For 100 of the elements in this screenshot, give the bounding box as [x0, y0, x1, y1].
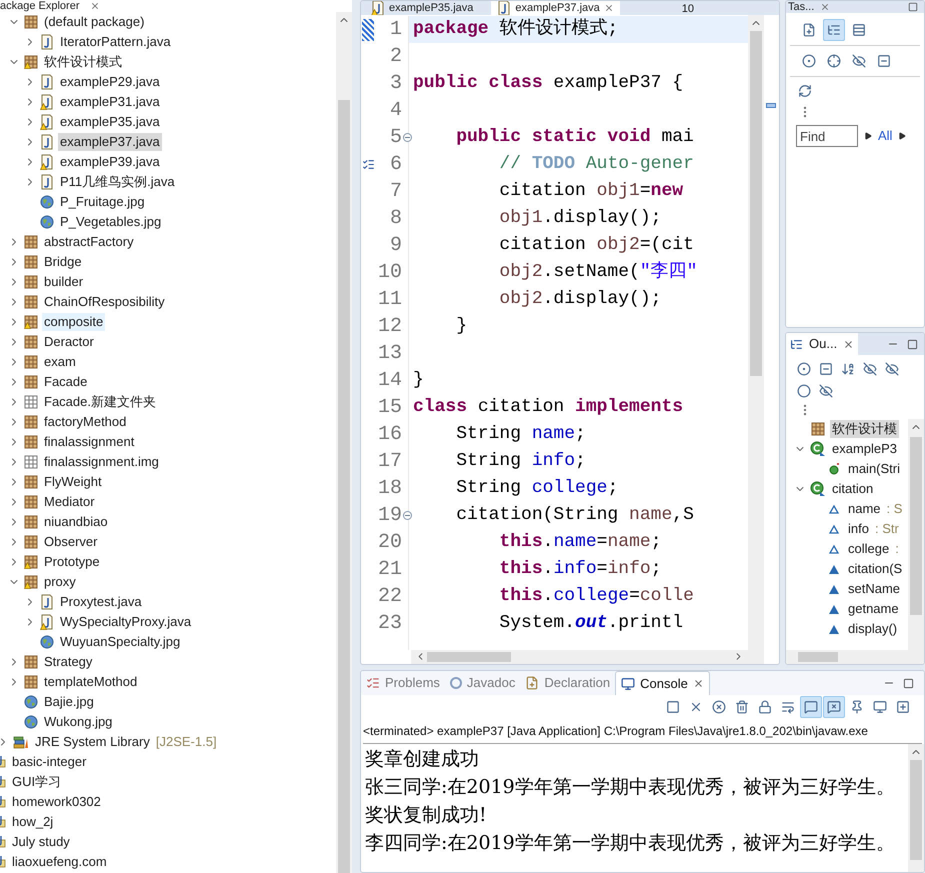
tree-item-label[interactable]: Proxytest.java [58, 593, 144, 611]
filter-link[interactable]: All [878, 126, 892, 146]
scroll-thumb[interactable] [798, 652, 838, 662]
sort-icon[interactable] [841, 362, 855, 376]
tree-item-label[interactable]: P_Vegetables.jpg [58, 213, 164, 231]
tree-item-label[interactable]: Strategy [42, 653, 94, 671]
scroll-thumb[interactable] [750, 31, 762, 376]
outline-scrollbar[interactable] [908, 419, 924, 664]
view-tab[interactable]: Declaration [520, 671, 616, 695]
tab-label: Declaration [544, 674, 610, 692]
editor-scrollbar[interactable] [748, 15, 764, 664]
tree-item-label[interactable]: July study [10, 833, 72, 851]
view-tab[interactable]: Javadoc [444, 671, 520, 695]
hide-static-icon[interactable] [885, 362, 899, 376]
fold-toggle-icon[interactable] [403, 511, 412, 520]
hide-local-icon[interactable] [819, 384, 833, 398]
find-field[interactable]: Find [796, 125, 858, 147]
tree-item-label[interactable]: basic-integer [10, 753, 88, 771]
view-tab[interactable]: Console [615, 671, 710, 695]
horizontal-scrollbar[interactable] [786, 650, 908, 664]
tree-item-label[interactable]: Prototype [42, 553, 102, 571]
scroll-thumb[interactable] [427, 652, 511, 662]
tree-item-label[interactable]: (default package) [42, 13, 146, 31]
type-label: : S [886, 500, 902, 518]
tree-item-label[interactable]: 软件设计模式 [42, 53, 124, 71]
tree-item-label[interactable]: exam [42, 353, 78, 371]
editor-tab[interactable]: exampleP37.java [491, 1, 620, 15]
panel-title[interactable]: ackage Explorer [0, 0, 80, 12]
task-marker-icon[interactable] [362, 158, 374, 171]
outline-item-label[interactable]: main(Stri [846, 460, 902, 478]
close-icon[interactable] [692, 678, 704, 689]
scroll-thumb[interactable] [910, 437, 922, 615]
tree-item-label[interactable]: finalassignment.img [42, 453, 161, 471]
tree-item-label[interactable]: Observer [42, 533, 100, 551]
tree-item-label[interactable]: abstractFactory [42, 233, 136, 251]
outline-item-label[interactable]: citation(S [846, 560, 904, 578]
console-error-button[interactable] [823, 696, 845, 718]
fold-toggle-icon[interactable] [403, 133, 412, 142]
tree-item-label[interactable]: P11几维鸟实例.java [58, 173, 177, 191]
close-icon[interactable] [604, 3, 614, 13]
tree-item-label[interactable]: exampleP29.java [58, 73, 162, 91]
close-icon[interactable] [843, 338, 854, 350]
tree-item-label[interactable]: Bridge [42, 253, 84, 271]
maximize-icon[interactable] [908, 2, 918, 12]
outline-item-label[interactable]: getname [846, 600, 901, 618]
tree-item-label[interactable]: WuyuanSpecialty.jpg [58, 633, 182, 651]
outline-item-label[interactable]: exampleP3 [830, 440, 900, 458]
scroll-thumb[interactable] [338, 100, 350, 873]
tree-item-label[interactable]: JRE System Library [33, 733, 152, 751]
tree-item-label[interactable]: proxy [42, 573, 78, 591]
tree-item-label[interactable]: Mediator [42, 493, 97, 511]
tree-item-label[interactable]: exampleP31.java [58, 93, 162, 111]
tree-item-label[interactable]: GUI学习 [10, 773, 64, 791]
tree-item-label[interactable]: templateMothod [42, 673, 140, 691]
tree-item-label[interactable]: Deractor [42, 333, 96, 351]
hide-fields-icon[interactable] [863, 362, 877, 376]
tree-item-label[interactable]: FlyWeight [42, 473, 104, 491]
tree-item-label[interactable]: WySpecialtyProxy.java [58, 613, 194, 631]
outline-item-label[interactable]: setName [846, 580, 902, 598]
tab-overflow-count[interactable]: 10 [682, 3, 694, 15]
outline-item-label[interactable]: display() [846, 620, 900, 638]
view-tab[interactable]: Problems [361, 671, 445, 695]
tree-item-label[interactable]: exampleP37.java [58, 133, 162, 151]
tree-item-label[interactable]: Facade.新建文件夹 [42, 393, 158, 411]
console-scrollbar[interactable] [908, 744, 924, 872]
collapse-all-icon[interactable] [819, 362, 833, 376]
maximize-icon[interactable] [903, 678, 914, 688]
tree-item-label[interactable]: liaoxuefeng.com [10, 853, 109, 871]
tree-item-label[interactable]: niuandbiao [42, 513, 110, 531]
tree-item-label[interactable]: builder [42, 273, 86, 291]
console-message-button[interactable] [800, 696, 822, 718]
tree-item-label[interactable]: finalassignment [42, 433, 136, 451]
outline-item-label[interactable]: 软件设计模 [830, 420, 899, 438]
tree-item-label[interactable]: exampleP35.java [58, 113, 162, 131]
tree-item-label[interactable]: IteratorPattern.java [58, 33, 173, 51]
maximize-icon[interactable] [907, 338, 918, 350]
ruler-mark[interactable] [766, 103, 776, 108]
panel-title[interactable]: Tas... [788, 1, 814, 13]
tree-item-label[interactable]: ChainOfResposibility [42, 293, 167, 311]
tree-item-label[interactable]: homework0302 [10, 793, 103, 811]
outline-item-label[interactable]: info [846, 520, 871, 538]
scroll-thumb[interactable] [910, 760, 922, 860]
tree-item-label[interactable]: factoryMethod [42, 413, 128, 431]
tree-item-label[interactable]: Facade [42, 373, 90, 391]
outline-item-label[interactable]: citation [830, 480, 876, 498]
play-arrow-icon[interactable] [864, 132, 872, 140]
play-arrow-icon[interactable] [898, 132, 906, 140]
tree-list-button[interactable] [823, 19, 845, 41]
tree-item-label[interactable]: Wukong.jpg [42, 713, 114, 731]
tree-item-label[interactable]: composite [42, 313, 106, 331]
outline-item-label[interactable]: name [846, 500, 883, 518]
tree-item-label[interactable]: how_2j [10, 813, 56, 831]
tree-item-label[interactable]: exampleP39.java [58, 153, 162, 171]
close-icon[interactable] [90, 1, 100, 11]
explorer-scrollbar[interactable] [336, 12, 352, 873]
horizontal-scrollbar[interactable] [411, 650, 748, 664]
close-icon[interactable] [820, 2, 830, 12]
tree-item-label[interactable]: Bajie.jpg [42, 693, 96, 711]
outline-item-label[interactable]: college [846, 540, 892, 558]
tree-item-label[interactable]: P_Fruitage.jpg [58, 193, 147, 211]
